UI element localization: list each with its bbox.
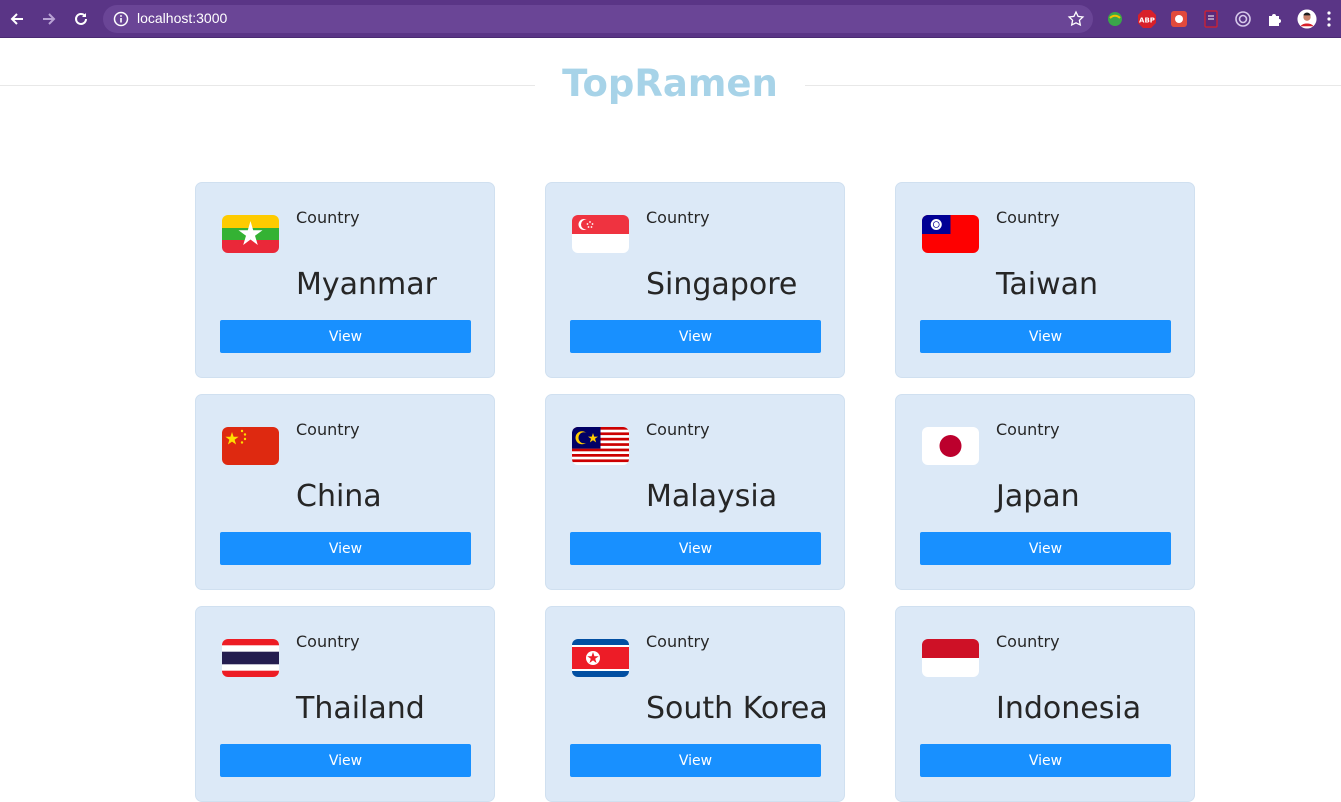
country-name: Malaysia [646,479,778,514]
view-button[interactable]: View [570,320,821,353]
country-card: Country Japan View [895,394,1195,590]
card-label: Country [646,632,710,651]
browser-toolbar: localhost:3000 ABP [0,0,1341,38]
address-bar[interactable]: localhost:3000 [103,5,1093,33]
reload-icon[interactable] [69,7,93,31]
country-name: South Korea [646,691,828,726]
country-name: Thailand [296,691,425,726]
page-title: TopRamen [562,62,778,105]
flag-thailand-icon [222,639,279,677]
puzzle-icon[interactable] [1265,9,1285,29]
country-card: Country Taiwan View [895,182,1195,378]
url-text: localhost:3000 [137,10,228,26]
country-name: Japan [996,479,1080,514]
flag-japan-icon [922,427,979,465]
header-divider-left [0,85,535,86]
forward-icon[interactable] [37,7,61,31]
globe-ext-icon[interactable] [1105,9,1125,29]
card-label: Country [296,420,360,439]
flag-south-korea-icon [572,639,629,677]
country-card: Country Malaysia View [545,394,845,590]
view-button[interactable]: View [920,532,1171,565]
card-label: Country [646,208,710,227]
card-label: Country [996,208,1060,227]
page-header: TopRamen [0,38,1341,148]
flag-singapore-icon [572,215,629,253]
card-label: Country [296,632,360,651]
header-divider-right [805,85,1341,86]
country-name: Myanmar [296,267,437,302]
flag-china-icon [222,427,279,465]
country-name: Taiwan [996,267,1099,302]
country-card: Country China View [195,394,495,590]
flag-myanmar-icon [222,215,279,253]
view-button[interactable]: View [570,532,821,565]
view-button[interactable]: View [220,532,471,565]
card-label: Country [996,420,1060,439]
flag-taiwan-icon [922,215,979,253]
view-button[interactable]: View [220,320,471,353]
country-name: Indonesia [996,691,1142,726]
svg-text:ABP: ABP [1139,17,1155,25]
back-icon[interactable] [5,7,29,31]
country-card: Country Thailand View [195,606,495,802]
card-label: Country [646,420,710,439]
view-button[interactable]: View [920,744,1171,777]
avatar[interactable] [1297,9,1317,29]
dino-ext-icon[interactable] [1169,9,1189,29]
country-card: Country Singapore View [545,182,845,378]
info-icon[interactable] [113,11,129,27]
country-card: Country Indonesia View [895,606,1195,802]
abp-icon[interactable]: ABP [1137,9,1157,29]
flag-indonesia-icon [922,639,979,677]
flag-malaysia-icon [572,427,629,465]
doc-ext-icon[interactable] [1201,9,1221,29]
bookmark-star-icon[interactable] [1067,10,1085,28]
country-name: Singapore [646,267,798,302]
target-ext-icon[interactable] [1233,9,1253,29]
menu-kebab-icon[interactable] [1323,9,1335,29]
view-button[interactable]: View [220,744,471,777]
country-name: China [296,479,382,514]
country-card: Country Myanmar View [195,182,495,378]
view-button[interactable]: View [570,744,821,777]
country-card: Country South Korea View [545,606,845,802]
view-button[interactable]: View [920,320,1171,353]
card-label: Country [296,208,360,227]
card-label: Country [996,632,1060,651]
